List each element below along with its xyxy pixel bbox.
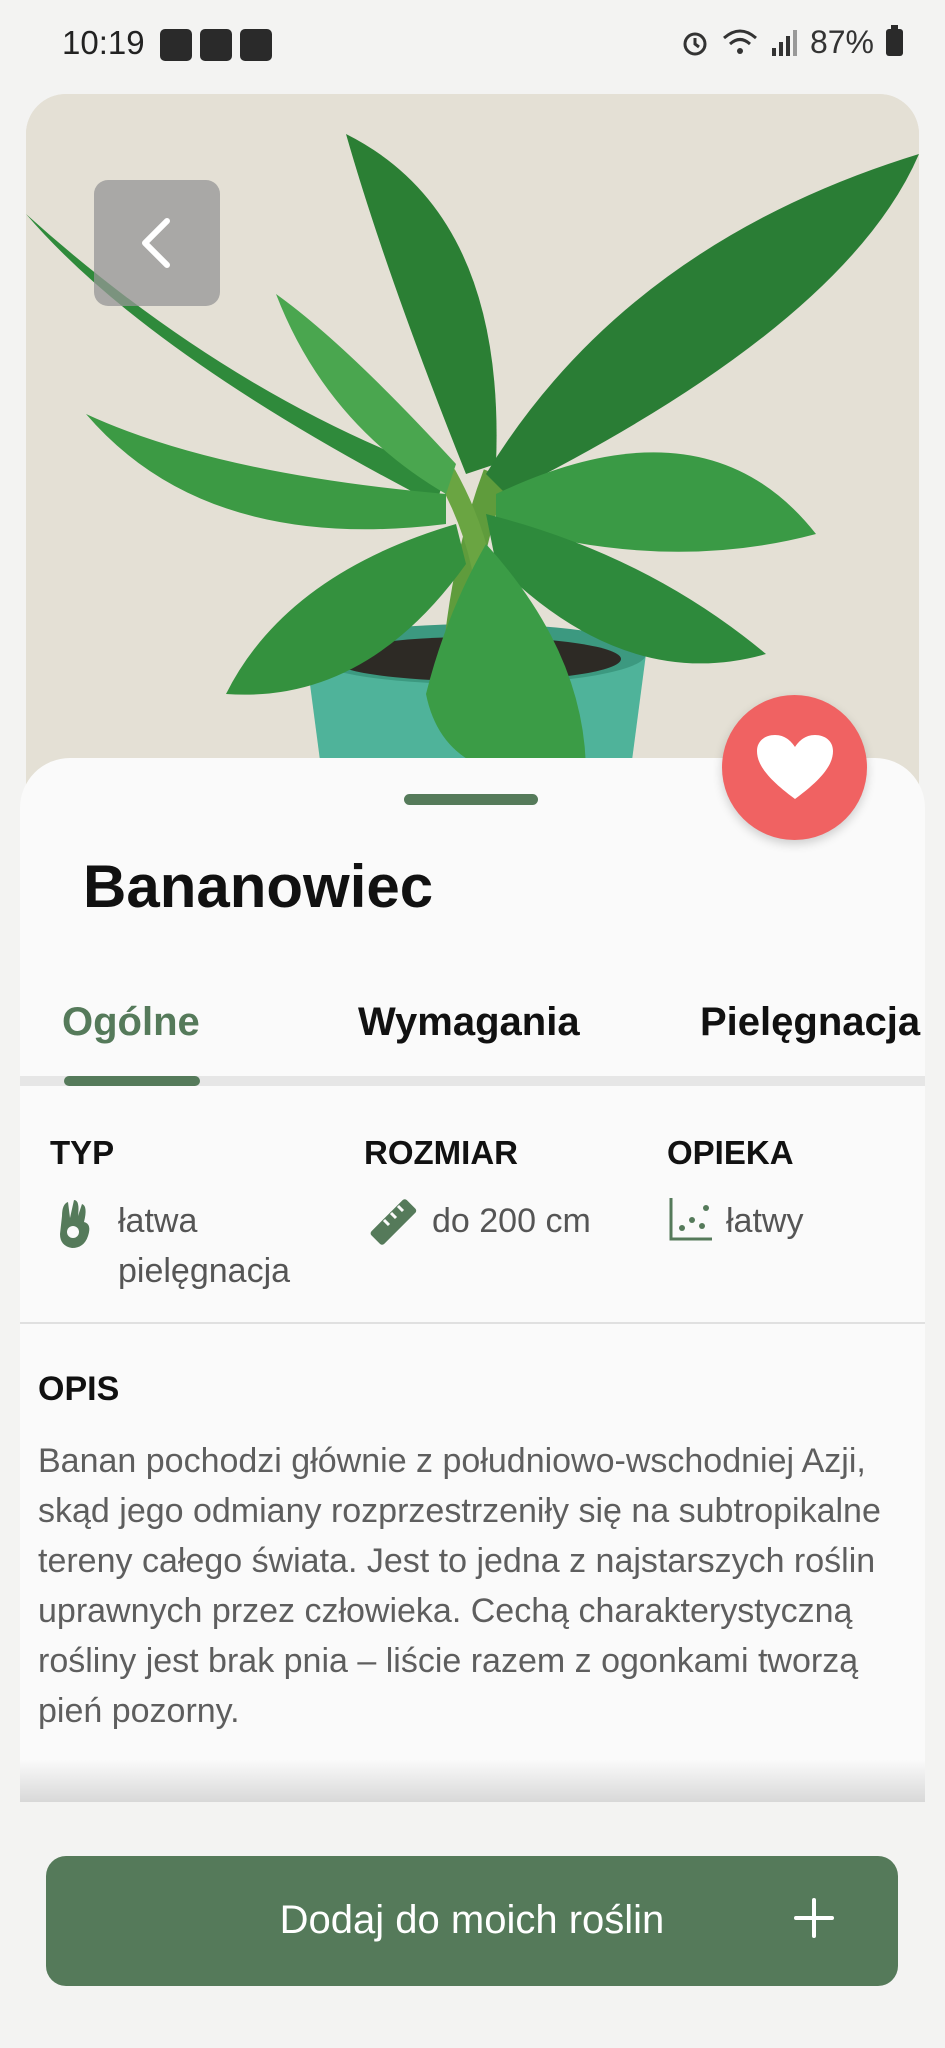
favorite-button[interactable] [722, 695, 867, 840]
youtube-icon [200, 29, 232, 61]
hand-ok-icon [60, 1200, 90, 1248]
heart-icon [756, 734, 833, 799]
back-button[interactable] [94, 180, 220, 306]
description-text: Banan pochodzi głównie z południowo-wsch… [38, 1442, 881, 1730]
alarm-icon [683, 32, 707, 55]
tab-indicator [64, 1076, 200, 1086]
chevron-left-icon [142, 218, 170, 268]
status-bar: 10:19 87% [0, 0, 945, 92]
tab-care[interactable]: Pielęgnacja [700, 1000, 920, 1045]
plant-name: Bananowiec [83, 853, 434, 920]
gallery-icon [160, 29, 192, 61]
wifi-icon [722, 29, 757, 54]
ruler-icon [370, 1199, 417, 1245]
tab-general[interactable]: Ogólne [62, 1000, 200, 1045]
signal-icon [771, 29, 797, 56]
add-button-label: Dodaj do moich roślin [279, 1898, 665, 1942]
tab-requirements[interactable]: Wymagania [358, 1000, 580, 1045]
size-header: ROZMIAR [364, 1134, 518, 1171]
battery-icon [886, 25, 903, 56]
care-header: OPIEKA [667, 1134, 794, 1171]
care-value: łatwy [726, 1202, 804, 1240]
add-to-my-plants-button[interactable]: Dodaj do moich roślin [46, 1856, 898, 1986]
description-header: OPIS [38, 1370, 120, 1408]
scroll-fade [20, 1760, 925, 1802]
tab-bar: Ogólne Wymagania Pielęgnacja [20, 990, 925, 1086]
type-value: łatwa pielęgnacja [118, 1202, 291, 1290]
status-time: 10:19 [62, 24, 145, 61]
section-divider [20, 1322, 925, 1324]
size-value: do 200 cm [432, 1202, 591, 1240]
linkedin-icon [240, 29, 272, 61]
scatter-chart-icon [669, 1198, 712, 1241]
notification-icons [160, 29, 272, 61]
type-header: TYP [50, 1134, 115, 1171]
battery-percent: 87% [809, 24, 874, 60]
system-icons: 87% [680, 24, 903, 61]
plus-icon [794, 1898, 834, 1938]
sheet-handle[interactable] [404, 794, 538, 805]
